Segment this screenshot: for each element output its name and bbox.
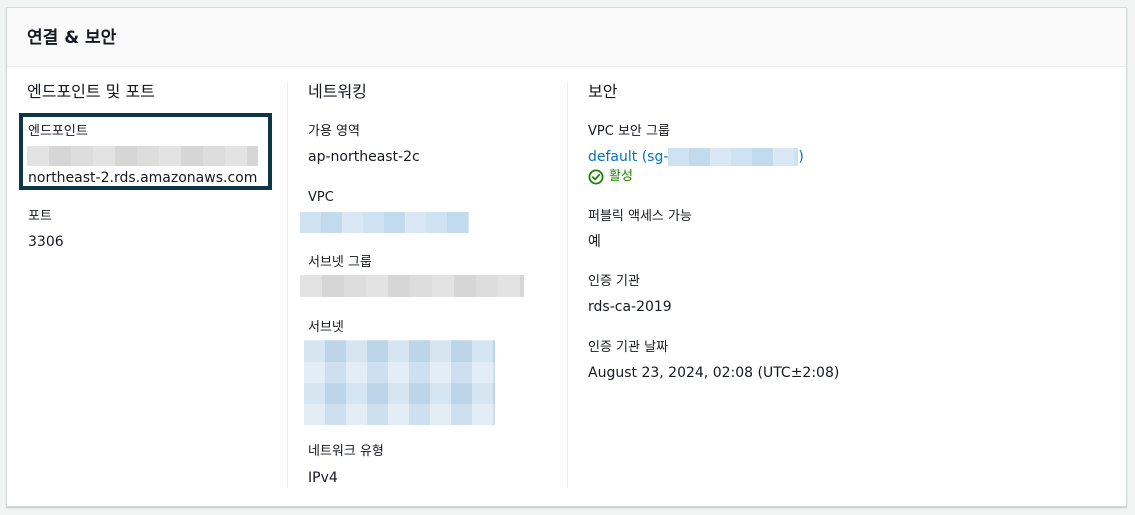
endpoint-redacted-value bbox=[27, 146, 258, 166]
security-group-status-text: 활성 bbox=[609, 169, 633, 184]
network-type-value: IPv4 bbox=[308, 470, 338, 486]
port-label: 포트 bbox=[28, 209, 52, 224]
security-group-status: 활성 bbox=[588, 168, 633, 186]
network-type-label: 네트워크 유형 bbox=[308, 444, 384, 459]
check-circle-icon bbox=[588, 169, 604, 185]
subnet-group-redacted-link[interactable] bbox=[300, 275, 524, 297]
networking-section-title: 네트워킹 bbox=[308, 82, 367, 101]
az-value: ap-northeast-2c bbox=[308, 149, 420, 165]
subnet-group-label: 서브넷 그룹 bbox=[308, 255, 372, 270]
panel-title: 연결 & 보안 bbox=[27, 28, 117, 48]
security-group-label: VPC 보안 그룹 bbox=[588, 124, 670, 139]
column-divider-1 bbox=[287, 82, 288, 488]
endpoint-value[interactable]: northeast-2.rds.amazonaws.com bbox=[28, 168, 257, 188]
vpc-label: VPC bbox=[308, 190, 334, 205]
security-section-title: 보안 bbox=[588, 82, 618, 101]
endpoint-label: 엔드포인트 bbox=[28, 124, 88, 139]
ca-value: rds-ca-2019 bbox=[588, 299, 672, 315]
security-group-link[interactable]: default (sg- ) bbox=[588, 147, 804, 167]
ca-label: 인증 기관 bbox=[588, 274, 640, 289]
security-group-link-prefix[interactable]: default (sg- bbox=[588, 147, 668, 167]
panel-header: 연결 & 보안 bbox=[7, 8, 1126, 67]
ca-date-value: August 23, 2024, 02:08 (UTC±2:08) bbox=[588, 365, 840, 381]
subnet-label: 서브넷 bbox=[308, 320, 344, 335]
public-access-label: 퍼블릭 액세스 가능 bbox=[588, 209, 692, 224]
connectivity-security-panel: 연결 & 보안 엔드포인트 및 포트 엔드포인트 northeast-2.rds… bbox=[6, 7, 1127, 507]
ca-date-label: 인증 기관 날짜 bbox=[588, 340, 669, 355]
port-value: 3306 bbox=[28, 234, 64, 250]
column-divider-2 bbox=[567, 82, 568, 488]
security-group-id-redacted[interactable] bbox=[668, 148, 799, 166]
security-group-link-suffix[interactable]: ) bbox=[798, 147, 803, 167]
endpoint-section-title: 엔드포인트 및 포트 bbox=[27, 82, 155, 101]
vpc-redacted-link[interactable] bbox=[300, 212, 469, 233]
az-label: 가용 영역 bbox=[308, 124, 360, 139]
public-access-value: 예 bbox=[588, 234, 601, 250]
subnet-redacted-list bbox=[304, 340, 495, 425]
